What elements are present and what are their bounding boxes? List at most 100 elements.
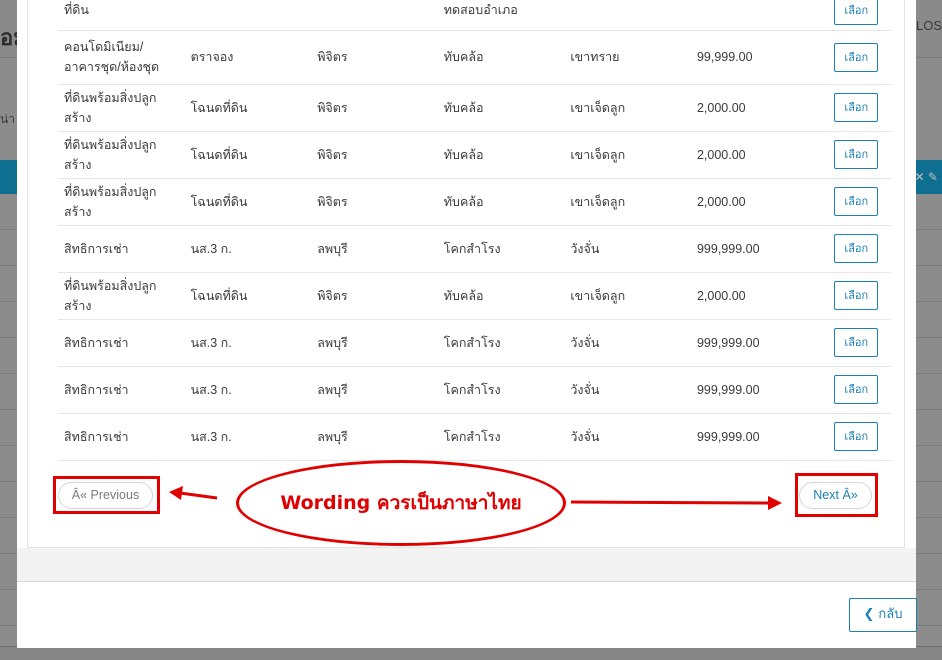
select-button[interactable]: เลือก (834, 42, 879, 72)
province-cell: ลพบุรี (311, 413, 438, 461)
table-row: ที่ดินพร้อมสิ่งปลูกสร้าง โฉนดที่ดิน พิจิตร… (58, 178, 891, 226)
document-type-cell (184, 0, 312, 31)
price-cell: 2,000.00 (690, 272, 822, 320)
subdistrict-cell (564, 0, 691, 31)
district-cell: ทับคล้อ (437, 131, 565, 179)
district-cell: ทับคล้อ (437, 178, 565, 226)
province-cell: พิจิตร (311, 131, 438, 179)
province-cell: ลพบุรี (311, 319, 438, 367)
table-row: คอนโดมิเนียม/อาคารชุด/ห้องชุด ตราจอง พิจิต… (58, 30, 891, 85)
price-cell: 999,999.00 (690, 366, 822, 414)
subdistrict-cell: วังจั่น (564, 366, 691, 414)
background-edit-icons: ✕ ✎ (914, 170, 938, 184)
price-cell: 2,000.00 (690, 178, 822, 226)
province-cell: พิจิตร (311, 84, 438, 132)
action-cell: เลือก (821, 131, 891, 179)
back-button[interactable]: ❮ กลับ (849, 598, 917, 632)
action-cell: เลือก (821, 366, 891, 414)
background-left-text: น่า (0, 112, 15, 126)
province-cell (311, 0, 438, 31)
table-row: ที่ดินพร้อมสิ่งปลูกสร้าง โฉนดที่ดิน พิจิตร… (58, 131, 891, 179)
document-type-cell: ตราจอง (184, 30, 312, 85)
district-cell: ทับคล้อ (437, 272, 565, 320)
table-row: ที่ดิน ทดสอบอำเภอ เลือก (58, 0, 891, 31)
subdistrict-cell: เขาเจ็ดลูก (564, 84, 691, 132)
table-row: สิทธิการเช่า นส.3 ก. ลพบุรี โคกสำโรง วังจั่น… (58, 319, 891, 367)
province-cell: พิจิตร (311, 178, 438, 226)
property-type-cell: คอนโดมิเนียม/อาคารชุด/ห้องชุด (58, 30, 185, 85)
province-cell: พิจิตร (311, 272, 438, 320)
document-type-cell: โฉนดที่ดิน (184, 131, 312, 179)
action-cell: เลือก (821, 225, 891, 273)
select-button[interactable]: เลือก (834, 422, 879, 451)
chevron-left-icon: ❮ (863, 607, 875, 622)
table-row: สิทธิการเช่า นส.3 ก. ลพบุรี โคกสำโรง วังจั่น… (58, 225, 891, 273)
action-cell: เลือก (821, 413, 891, 461)
select-button[interactable]: เลือก (834, 234, 879, 263)
select-button[interactable]: เลือก (834, 140, 879, 169)
property-type-cell: ที่ดินพร้อมสิ่งปลูกสร้าง (58, 272, 185, 320)
action-cell: เลือก (821, 84, 891, 132)
select-button[interactable]: เลือก (834, 375, 879, 404)
price-cell: 2,000.00 (690, 131, 822, 179)
property-type-cell: สิทธิการเช่า (58, 366, 185, 414)
property-type-cell: ที่ดินพร้อมสิ่งปลูกสร้าง (58, 84, 185, 132)
annotation-box-previous (53, 476, 160, 514)
subdistrict-cell: วังจั่น (564, 413, 691, 461)
document-type-cell: นส.3 ก. (184, 225, 312, 273)
modal-body-bottom (17, 548, 916, 581)
property-type-cell: ที่ดินพร้อมสิ่งปลูกสร้าง (58, 131, 185, 179)
background-bottom-bar (0, 646, 942, 660)
district-cell: ทับคล้อ (437, 30, 565, 85)
price-cell: 2,000.00 (690, 84, 822, 132)
property-type-cell: ที่ดิน (58, 0, 185, 31)
property-type-cell: สิทธิการเช่า (58, 225, 185, 273)
property-type-cell: ที่ดินพร้อมสิ่งปลูกสร้าง (58, 178, 185, 226)
price-cell: 99,999.00 (690, 30, 822, 85)
subdistrict-cell: เขาเจ็ดลูก (564, 131, 691, 179)
district-cell: ทดสอบอำเภอ (437, 0, 565, 31)
property-type-cell: สิทธิการเช่า (58, 319, 185, 367)
province-cell: ลพบุรี (311, 366, 438, 414)
document-type-cell: โฉนดที่ดิน (184, 84, 312, 132)
table-row: ที่ดินพร้อมสิ่งปลูกสร้าง โฉนดที่ดิน พิจิตร… (58, 84, 891, 132)
back-button-label: กลับ (878, 607, 903, 622)
table-row: สิทธิการเช่า นส.3 ก. ลพบุรี โคกสำโรง วังจั่น… (58, 366, 891, 414)
district-cell: โคกสำโรง (437, 319, 565, 367)
modal-footer-divider (17, 581, 916, 582)
action-cell: เลือก (821, 272, 891, 320)
annotation-text: Wording ควรเป็นภาษาไทย (280, 492, 522, 514)
select-button[interactable]: เลือก (834, 328, 879, 357)
price-cell: 999,999.00 (690, 413, 822, 461)
subdistrict-cell: วังจั่น (564, 225, 691, 273)
price-cell: 999,999.00 (690, 225, 822, 273)
action-cell: เลือก (821, 178, 891, 226)
district-cell: โคกสำโรง (437, 225, 565, 273)
select-button[interactable]: เลือก (834, 0, 879, 25)
subdistrict-cell: วังจั่น (564, 319, 691, 367)
modal-dialog: ที่ดิน ทดสอบอำเภอ เลือก คอนโดมิเนียม/อาคารช… (17, 0, 917, 648)
document-type-cell: โฉนดที่ดิน (184, 272, 312, 320)
select-button[interactable]: เลือก (834, 187, 879, 216)
document-type-cell: นส.3 ก. (184, 413, 312, 461)
table-row: สิทธิการเช่า นส.3 ก. ลพบุรี โคกสำโรง วังจั่น… (58, 413, 891, 461)
annotation-box-next (795, 473, 878, 517)
select-button[interactable]: เลือก (834, 93, 879, 122)
action-cell: เลือก (821, 30, 891, 85)
action-cell: เลือก (821, 319, 891, 367)
price-cell (690, 0, 822, 31)
province-cell: พิจิตร (311, 30, 438, 85)
document-type-cell: โฉนดที่ดิน (184, 178, 312, 226)
price-cell: 999,999.00 (690, 319, 822, 367)
district-cell: โคกสำโรง (437, 413, 565, 461)
collateral-table: ที่ดิน ทดสอบอำเภอ เลือก คอนโดมิเนียม/อาคารช… (58, 0, 891, 461)
background-right-text: LOS (915, 18, 942, 33)
district-cell: ทับคล้อ (437, 84, 565, 132)
subdistrict-cell: เขาเจ็ดลูก (564, 272, 691, 320)
table-row: ที่ดินพร้อมสิ่งปลูกสร้าง โฉนดที่ดิน พิจิตร… (58, 272, 891, 320)
document-type-cell: นส.3 ก. (184, 366, 312, 414)
select-button[interactable]: เลือก (834, 281, 879, 310)
district-cell: โคกสำโรง (437, 366, 565, 414)
subdistrict-cell: เขาเจ็ดลูก (564, 178, 691, 226)
province-cell: ลพบุรี (311, 225, 438, 273)
